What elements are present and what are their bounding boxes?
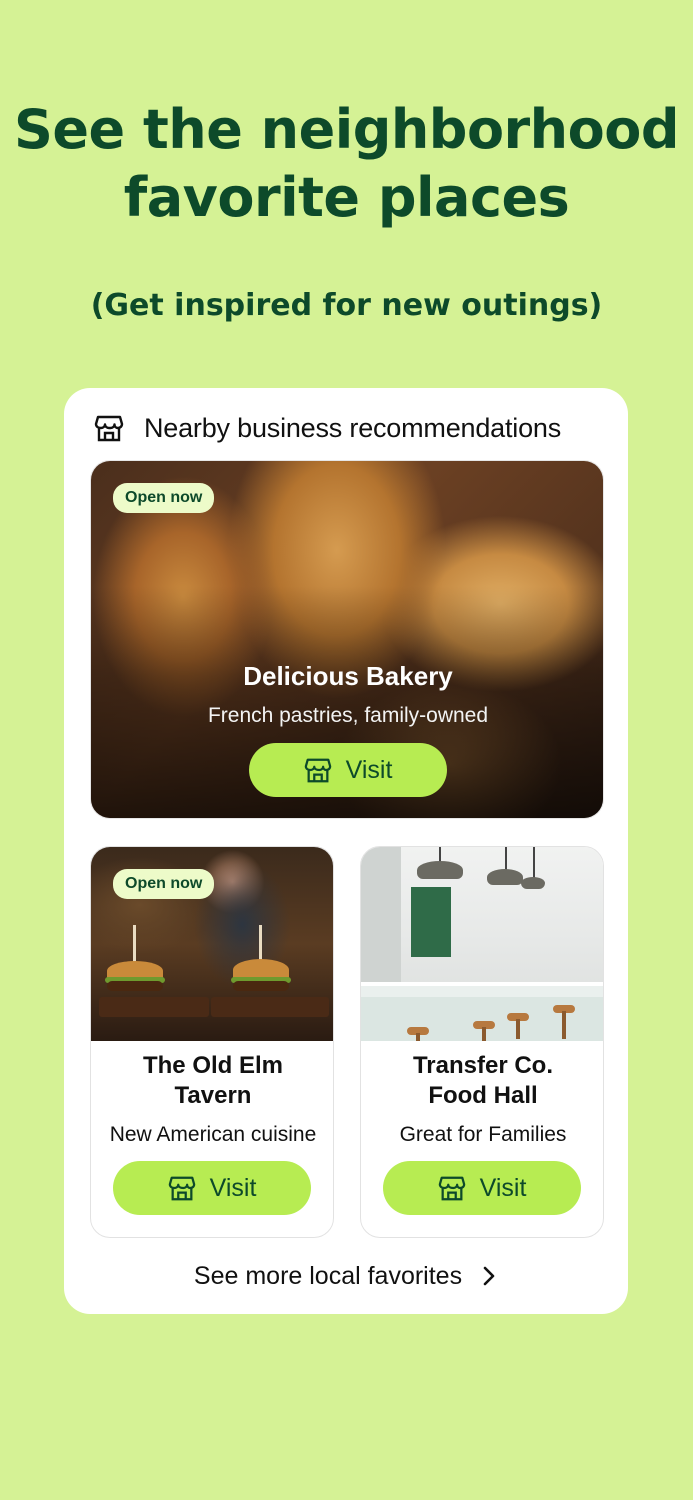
business-description: New American cuisine (109, 1123, 317, 1146)
see-more-label: See more local favorites (193, 1261, 463, 1290)
featured-business-name: Delicious Bakery (243, 661, 453, 691)
business-name-line-2: Food Hall (428, 1082, 538, 1109)
headline-line-2: favorite places (123, 166, 570, 229)
business-description: Great for Families (399, 1123, 567, 1146)
page-subheadline: (Get inspired for new outings) (90, 288, 603, 323)
chevron-right-icon (483, 1266, 495, 1286)
business-name: The Old Elm Tavern (91, 1051, 333, 1111)
open-now-badge: Open now (113, 483, 215, 513)
featured-business-card[interactable]: Open now Delicious Bakery French pastrie… (90, 460, 604, 819)
visit-button-label: Visit (209, 1173, 257, 1202)
open-now-badge: Open now (113, 869, 215, 899)
visit-button-label: Visit (345, 755, 393, 784)
featured-business-description: French pastries, family-owned (207, 704, 489, 727)
business-name-line-1: Transfer Co. (412, 1052, 554, 1079)
storefront-icon (168, 1176, 195, 1201)
featured-visit-button[interactable]: Visit (249, 743, 447, 797)
visit-button-label: Visit (479, 1173, 527, 1202)
headline-line-1: See the neighborhood (14, 98, 679, 161)
burgers-on-boards-photo: Open now (91, 847, 333, 1041)
panel-title: Nearby business recommendations (144, 412, 562, 443)
recommendations-panel: Nearby business recommendations Open now… (64, 388, 628, 1314)
food-hall-counter-photo (361, 847, 603, 1041)
page-headline: See the neighborhood favorite places (0, 96, 693, 232)
business-name-line-1: The Old Elm (142, 1052, 283, 1079)
see-more-link[interactable]: See more local favorites (64, 1258, 628, 1294)
storefront-icon (304, 758, 331, 783)
storefront-icon (438, 1176, 465, 1201)
storefront-icon (94, 415, 124, 442)
business-card-transfer-co-food-hall[interactable]: Transfer Co. Food Hall Great for Familie… (360, 846, 604, 1238)
visit-button-transfer-co-food-hall[interactable]: Visit (383, 1161, 581, 1215)
business-name-line-2: Tavern (174, 1082, 252, 1109)
business-name: Transfer Co. Food Hall (361, 1051, 603, 1111)
visit-button-old-elm-tavern[interactable]: Visit (113, 1161, 311, 1215)
panel-header: Nearby business recommendations (94, 408, 561, 448)
business-card-old-elm-tavern[interactable]: Open now The Old Elm Tavern New American… (90, 846, 334, 1238)
